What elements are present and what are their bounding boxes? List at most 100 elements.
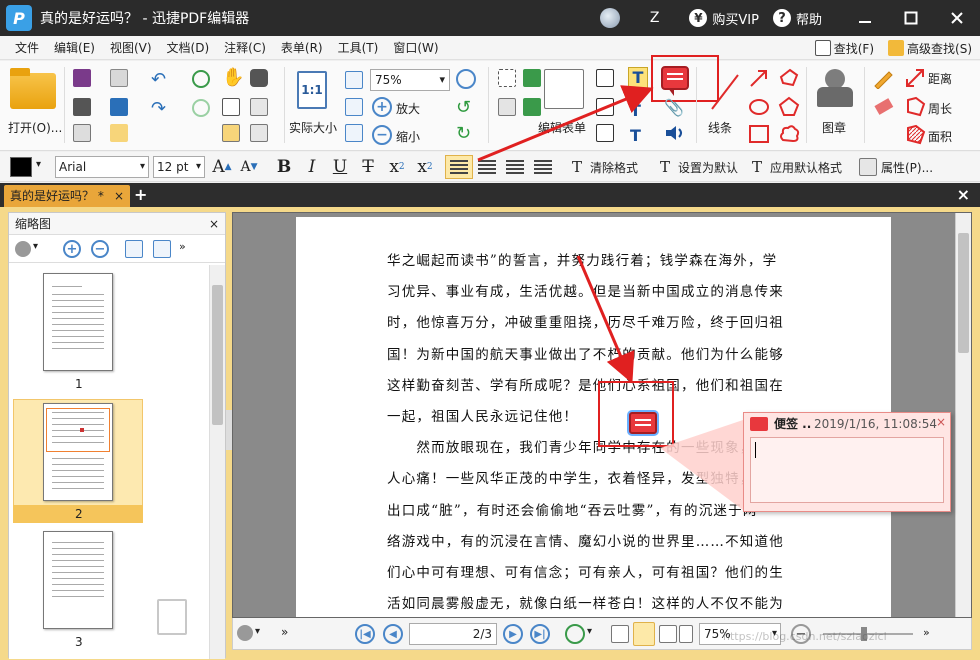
- scan-icon[interactable]: [110, 98, 128, 116]
- ellipse-tool-icon[interactable]: [748, 96, 770, 121]
- thumb-zoom-in-icon[interactable]: +: [63, 240, 81, 258]
- zoom-out-label[interactable]: 缩小: [396, 128, 420, 145]
- page-number-input[interactable]: 2/3: [409, 623, 497, 645]
- superscript-icon[interactable]: x2: [413, 155, 437, 179]
- menu-tools[interactable]: 工具(T): [331, 39, 386, 56]
- menu-window[interactable]: 窗口(W): [386, 39, 445, 56]
- fit-width-icon[interactable]: [345, 98, 363, 116]
- select-text-icon[interactable]: [222, 98, 240, 116]
- stamp-label[interactable]: 图章: [822, 119, 846, 136]
- doc-text-line[interactable]: 一起，祖国人民永远记住他！: [387, 405, 578, 425]
- doc-text-line[interactable]: 习优异、事业有成，生活优越。但是当新中国成立的消息传来: [387, 280, 784, 300]
- new-tab-button[interactable]: +: [134, 185, 147, 205]
- close-tab-icon[interactable]: ×: [114, 185, 124, 207]
- grow-font-icon[interactable]: A ▲: [211, 155, 233, 179]
- doc-text-line[interactable]: 络游戏中，有的沉浸在言情、魔幻小说的世界里……不知道他: [387, 530, 784, 550]
- open-label[interactable]: 打开(O)...: [8, 119, 62, 136]
- page-tool-icon[interactable]: [250, 124, 268, 142]
- doc-text-line[interactable]: 人心痛！一些风华正茂的中学生，衣着怪异，发型独特，时常: [387, 467, 784, 487]
- align-right-icon[interactable]: [506, 160, 524, 174]
- zoom-out-icon[interactable]: −: [372, 125, 392, 145]
- rotate-left-icon[interactable]: ↺: [456, 97, 471, 118]
- settings-gear-icon[interactable]: [15, 241, 31, 257]
- edit-form-icon[interactable]: [544, 69, 584, 109]
- more-chevron-icon[interactable]: »: [923, 626, 930, 639]
- zoom-in-label[interactable]: 放大: [396, 100, 420, 117]
- area-icon[interactable]: [904, 124, 926, 149]
- redo-icon[interactable]: ↷: [151, 98, 166, 119]
- menu-view[interactable]: 视图(V): [103, 39, 159, 56]
- underline-icon[interactable]: U: [330, 155, 350, 179]
- close-all-icon[interactable]: ×: [957, 185, 970, 204]
- polyline-tool-icon[interactable]: [778, 67, 800, 92]
- actual-size-icon[interactable]: 1:1: [297, 71, 327, 109]
- attach-file-icon[interactable]: 📎: [664, 98, 684, 117]
- form-add-icon[interactable]: [523, 98, 541, 116]
- strikeout-text-icon[interactable]: T: [630, 126, 641, 145]
- callout-icon[interactable]: [596, 124, 614, 142]
- doc-text-line[interactable]: 华之崛起而读书”的誓言，并努力践行着；钱学森在海外，学: [387, 249, 777, 269]
- rotate-ccw-icon[interactable]: [125, 240, 143, 258]
- add-field-icon[interactable]: [498, 98, 516, 116]
- tab-document[interactable]: 真的是好运吗？ * ×: [4, 185, 130, 207]
- doc-text-line[interactable]: 这样勤奋刻苦、学有所成呢？是他们心系祖国，他们和祖国在: [387, 374, 784, 394]
- italic-icon[interactable]: I: [302, 155, 322, 179]
- area-label[interactable]: 面积: [928, 128, 952, 145]
- sticky-note-header[interactable]: 便签 .. 2019/1/16, 11:08:54 ×: [744, 413, 950, 435]
- text-box-icon[interactable]: [596, 69, 614, 87]
- clear-format-button[interactable]: 清除格式: [590, 159, 638, 176]
- bold-icon[interactable]: B: [274, 155, 294, 179]
- strikethrough-icon[interactable]: T: [358, 155, 378, 179]
- document-scrollbar[interactable]: [955, 213, 971, 617]
- close-window-button[interactable]: [934, 0, 980, 36]
- menu-comment[interactable]: 注释(C): [217, 39, 273, 56]
- typewriter-icon[interactable]: [596, 98, 614, 116]
- zoom-select[interactable]: 75%: [370, 69, 450, 91]
- thumbnail-page-3[interactable]: [43, 531, 113, 629]
- pencil-icon[interactable]: [872, 67, 894, 92]
- text-color-swatch[interactable]: [10, 157, 32, 177]
- single-page-icon[interactable]: [611, 625, 629, 643]
- user-initial[interactable]: Z: [650, 10, 660, 26]
- menu-form[interactable]: 表单(R): [274, 39, 330, 56]
- color-dropdown-icon[interactable]: ▾: [36, 159, 41, 170]
- thumb-zoom-out-icon[interactable]: −: [91, 240, 109, 258]
- forward-icon[interactable]: [192, 99, 210, 117]
- align-justify-icon[interactable]: [534, 160, 552, 174]
- set-default-button[interactable]: 设置为默认: [678, 159, 738, 176]
- fit-visible-icon[interactable]: [345, 124, 363, 142]
- menu-file[interactable]: 文件: [8, 39, 46, 56]
- edit-form-label[interactable]: 编辑表单: [538, 119, 586, 136]
- perimeter-label[interactable]: 周长: [928, 100, 952, 117]
- thumbnail-page-1[interactable]: [43, 273, 113, 371]
- arrow-tool-icon[interactable]: [748, 67, 770, 92]
- properties-button[interactable]: 属性(P)...: [881, 159, 933, 176]
- minimize-button[interactable]: [842, 0, 888, 36]
- help-button[interactable]: ? 帮助: [772, 9, 822, 28]
- hand-tool-icon[interactable]: ✋: [222, 67, 244, 88]
- properties-icon[interactable]: [859, 158, 877, 176]
- prev-page-button[interactable]: ◀: [383, 624, 403, 644]
- find-button[interactable]: 查找(F): [814, 40, 874, 57]
- stamp-icon[interactable]: [815, 69, 855, 113]
- cloud-tool-icon[interactable]: [778, 124, 800, 147]
- zoom-in-icon[interactable]: +: [372, 97, 392, 117]
- doc-text-line[interactable]: 们心中可有理想、可有信念；可有亲人，可有祖国？他们的生: [387, 561, 784, 581]
- actual-size-label[interactable]: 实际大小: [289, 119, 337, 136]
- copy-pages-icon[interactable]: [157, 599, 187, 635]
- thumbnail-scrollbar[interactable]: [209, 265, 225, 659]
- align-center-icon[interactable]: [478, 160, 496, 174]
- close-panel-icon[interactable]: ×: [209, 213, 219, 235]
- advanced-find-button[interactable]: 高级查找(S): [888, 40, 972, 57]
- history-back-icon[interactable]: [565, 624, 585, 644]
- close-note-icon[interactable]: ×: [936, 411, 946, 433]
- apply-default-button[interactable]: 应用默认格式: [770, 159, 842, 176]
- doc-text-line[interactable]: 国！为新中国的航天事业做出了不朽的贡献。他们为什么能够: [387, 343, 784, 363]
- thumbnail-page-2[interactable]: [43, 403, 113, 501]
- camera-icon[interactable]: [250, 69, 268, 87]
- new-doc-icon[interactable]: [110, 124, 128, 142]
- chevron-down-icon[interactable]: ▾: [255, 626, 260, 637]
- text-icon[interactable]: T: [630, 101, 641, 120]
- select-region-icon[interactable]: [498, 69, 516, 87]
- undo-icon[interactable]: ↶: [151, 69, 166, 90]
